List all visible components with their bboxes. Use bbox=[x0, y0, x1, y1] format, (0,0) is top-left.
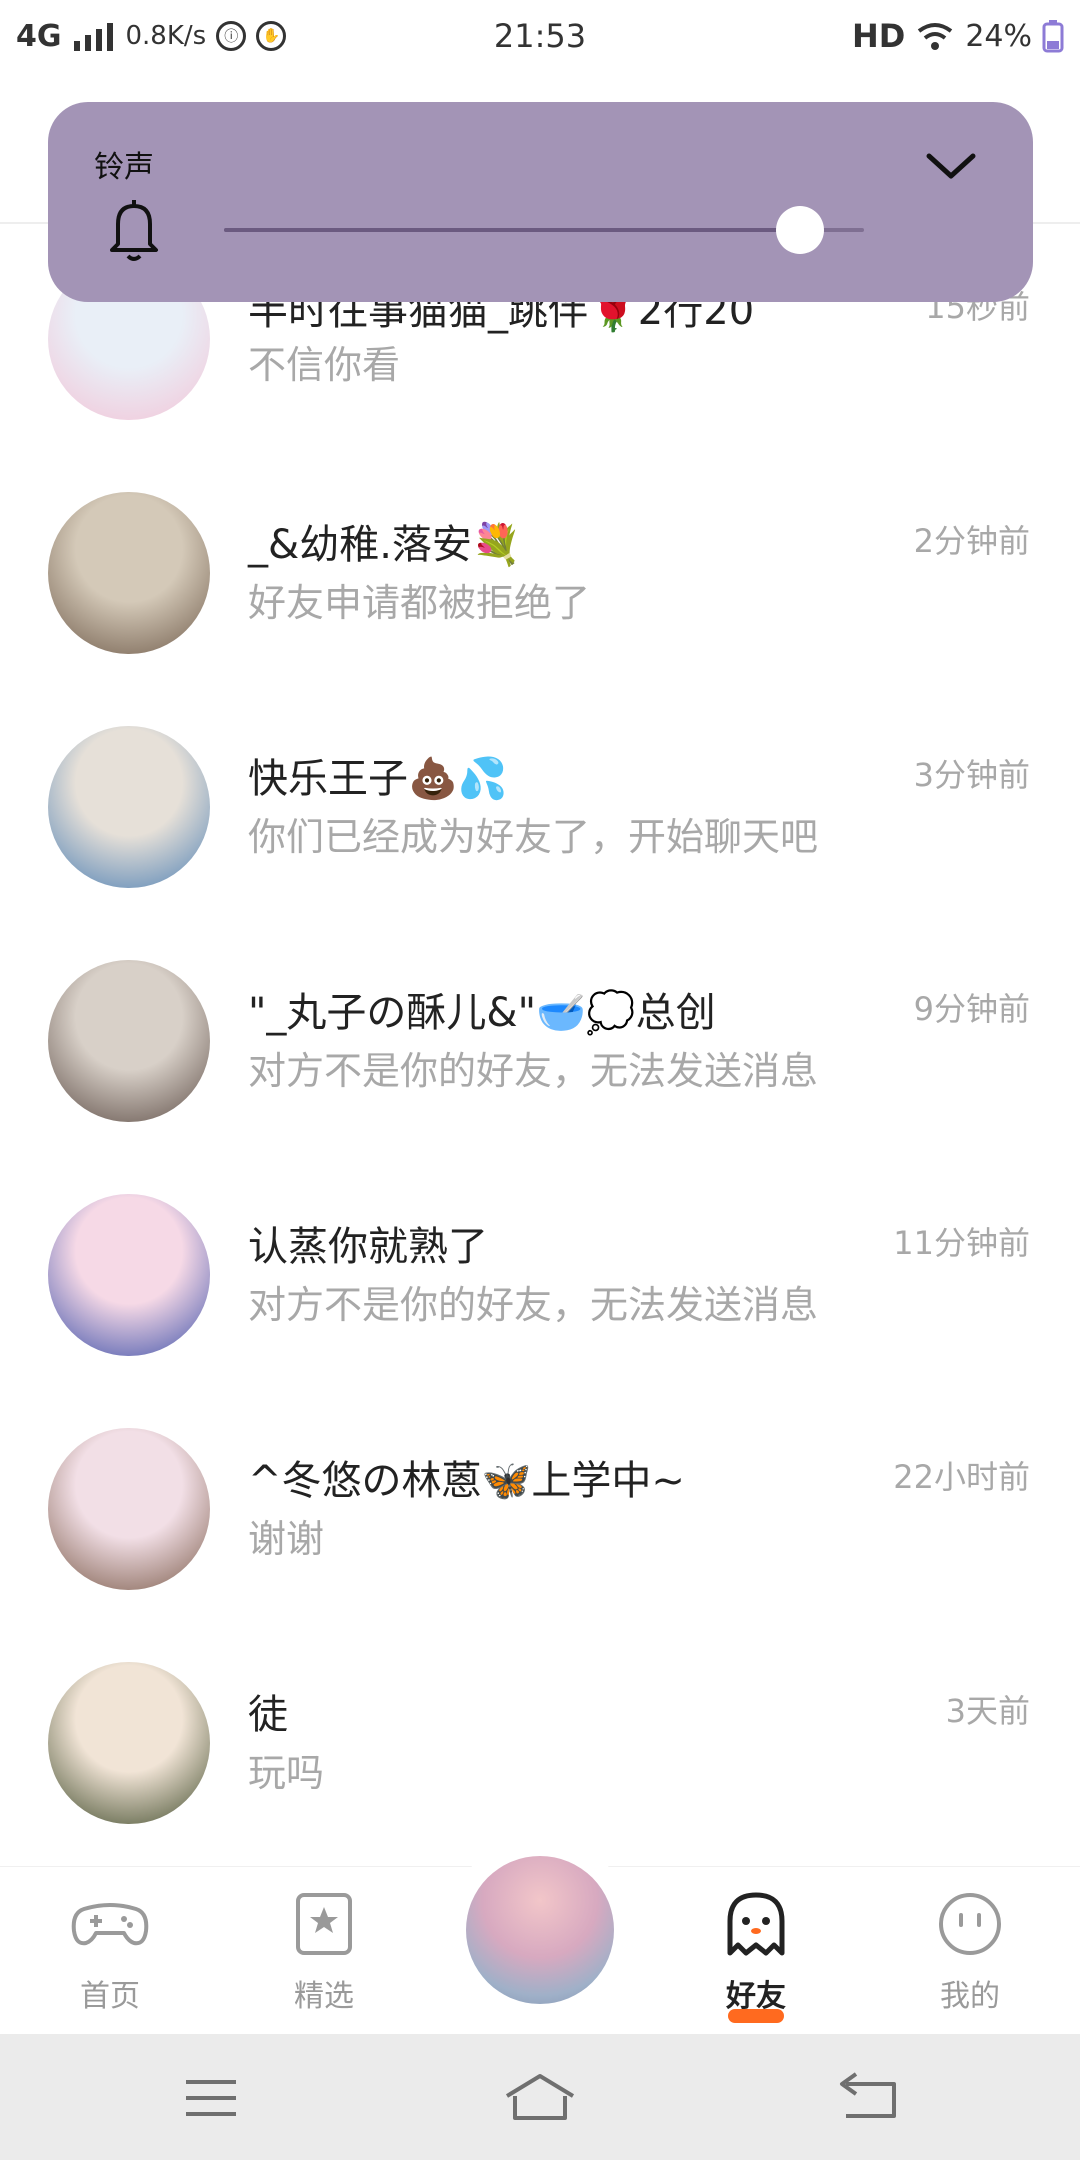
chat-time: 22小时前 bbox=[893, 1458, 1030, 1496]
smiley-face-icon bbox=[939, 1893, 1001, 1955]
nav-item-me[interactable]: 我的 bbox=[890, 1867, 1050, 2035]
chat-last-message: 玩吗 bbox=[248, 1751, 325, 1795]
network-type: 4G bbox=[16, 18, 62, 54]
volume-slider[interactable] bbox=[224, 206, 864, 254]
chat-name: 快乐王子💩💦 bbox=[248, 756, 508, 802]
chat-time: 9分钟前 bbox=[913, 990, 1030, 1028]
chat-row[interactable]: ^冬悠の林蒽🦋上学中~ 谢谢 22小时前 bbox=[0, 1392, 1080, 1626]
chat-name: ^冬悠の林蒽🦋上学中~ bbox=[248, 1458, 685, 1504]
chat-time: 3分钟前 bbox=[913, 756, 1030, 794]
ghost-icon bbox=[727, 1892, 785, 1956]
home-icon[interactable] bbox=[495, 2070, 585, 2126]
status-left: 4G 0.8K/s ⓘ ✋ bbox=[16, 18, 287, 54]
nav-label: 精选 bbox=[294, 1979, 354, 2014]
chat-name: _&幼稚.落安💐 bbox=[248, 522, 522, 568]
chat-row[interactable]: "_丸子の酥儿&"🥣💭总创 对方不是你的好友，无法发送消息 9分钟前 bbox=[0, 924, 1080, 1158]
chat-last-message: 好友申请都被拒绝了 bbox=[248, 581, 591, 625]
chat-last-message: 对方不是你的好友，无法发送消息 bbox=[248, 1283, 819, 1327]
chat-name: 徒 bbox=[248, 1692, 288, 1738]
status-bar: 4G 0.8K/s ⓘ ✋ 21:53 HD 24% bbox=[0, 0, 1080, 72]
avatar[interactable] bbox=[48, 960, 210, 1122]
chat-time: 11分钟前 bbox=[893, 1224, 1030, 1262]
chat-time: 3天前 bbox=[945, 1692, 1030, 1730]
chat-name: "_丸子の酥儿&"🥣💭总创 bbox=[248, 990, 716, 1036]
nav-label: 首页 bbox=[80, 1979, 140, 2014]
chat-row[interactable]: _&幼稚.落安💐 好友申请都被拒绝了 2分钟前 bbox=[0, 456, 1080, 690]
avatar[interactable] bbox=[48, 1428, 210, 1590]
chat-time: 2分钟前 bbox=[913, 522, 1030, 560]
volume-panel: 铃声 bbox=[48, 102, 1033, 302]
nav-item-featured[interactable]: 精选 bbox=[244, 1867, 404, 2035]
hand-icon: ✋ bbox=[256, 21, 287, 51]
volume-label: 铃声 bbox=[94, 150, 154, 185]
chevron-down-icon[interactable] bbox=[921, 146, 981, 186]
avatar[interactable] bbox=[48, 726, 210, 888]
menu-icon[interactable] bbox=[166, 2070, 256, 2126]
chat-row[interactable]: 认蒸你就熟了 对方不是你的好友，无法发送消息 11分钟前 bbox=[0, 1158, 1080, 1392]
battery-percent: 24% bbox=[965, 18, 1032, 54]
bell-icon[interactable] bbox=[106, 198, 162, 262]
avatar[interactable] bbox=[48, 1662, 210, 1824]
status-right: HD 24% bbox=[852, 17, 1064, 55]
chat-row[interactable]: 徒 玩吗 3天前 bbox=[0, 1626, 1080, 1860]
nav-item-home[interactable]: 首页 bbox=[30, 1867, 190, 2035]
hd-indicator: HD bbox=[851, 17, 906, 55]
wifi-icon bbox=[918, 23, 953, 50]
chat-last-message: 你们已经成为好友了，开始聊天吧 bbox=[248, 815, 819, 859]
volume-slider-thumb[interactable] bbox=[776, 206, 824, 254]
chat-last-message: 不信你看 bbox=[248, 343, 401, 387]
chat-row[interactable]: 快乐王子💩💦 你们已经成为好友了，开始聊天吧 3分钟前 bbox=[0, 690, 1080, 924]
avatar[interactable] bbox=[48, 492, 210, 654]
chat-last-message: 对方不是你的好友，无法发送消息 bbox=[248, 1049, 819, 1093]
center-avatar-button[interactable] bbox=[466, 1856, 614, 2004]
back-icon[interactable] bbox=[822, 2070, 912, 2126]
star-badge-icon bbox=[296, 1893, 352, 1955]
gamepad-icon bbox=[71, 1903, 149, 1946]
nav-item-friends[interactable]: 好友 bbox=[676, 1867, 836, 2035]
nav-label: 我的 bbox=[940, 1979, 1000, 2014]
chat-name: 认蒸你就熟了 bbox=[248, 1224, 488, 1270]
avatar[interactable] bbox=[48, 1194, 210, 1356]
signal-icon bbox=[73, 23, 113, 51]
system-nav-bar bbox=[0, 2034, 1080, 2160]
battery-icon bbox=[1042, 20, 1064, 53]
chat-last-message: 谢谢 bbox=[248, 1517, 325, 1561]
nav-label: 好友 bbox=[726, 1979, 786, 2014]
volume-slider-fill bbox=[224, 228, 800, 232]
network-speed: 0.8K/s bbox=[125, 21, 207, 51]
data-saver-icon: ⓘ bbox=[216, 21, 247, 51]
